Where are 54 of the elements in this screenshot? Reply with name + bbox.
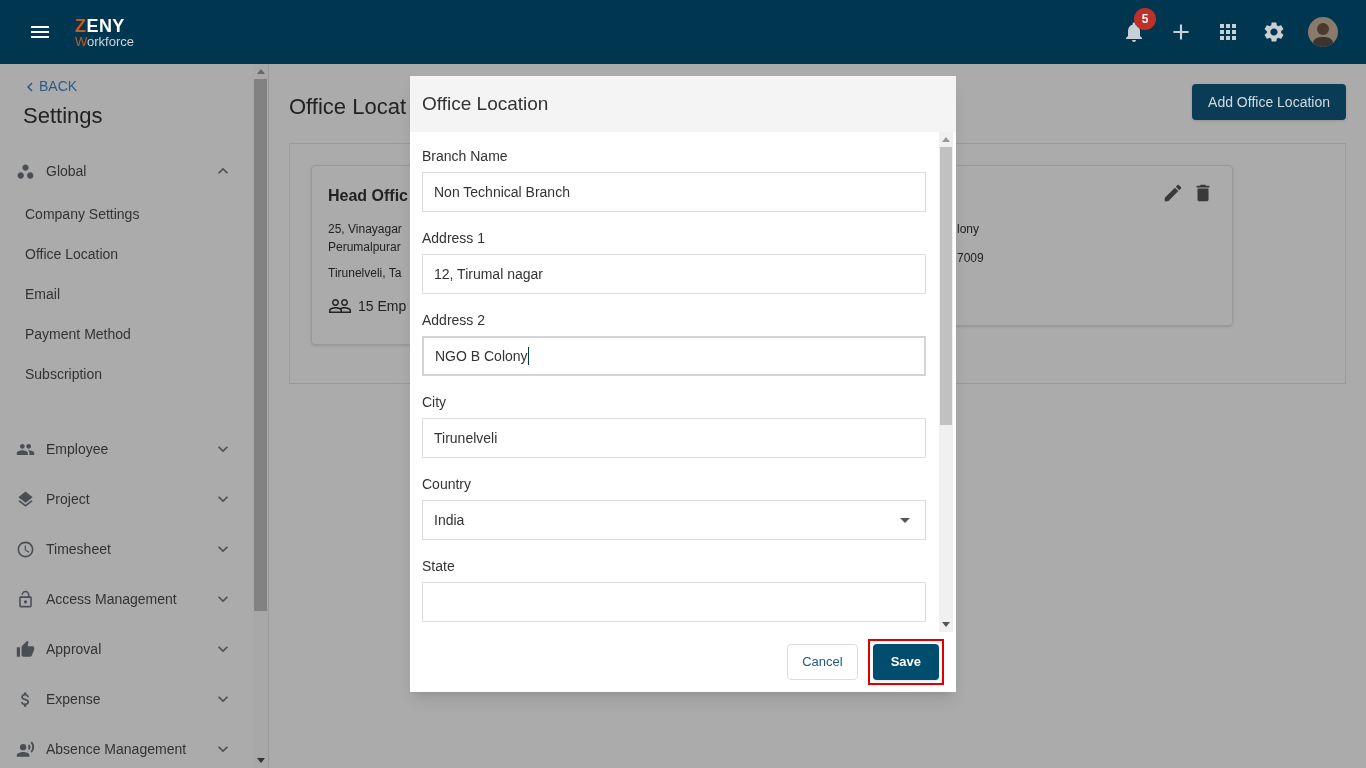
back-link[interactable]: BACK [21, 76, 78, 97]
logo: ZENY Workforce [75, 16, 134, 48]
field-label: Country [422, 475, 473, 494]
input-field[interactable]: NGO B Colony [422, 336, 926, 376]
input-field[interactable]: Tirunelveli [422, 418, 926, 458]
notification-button[interactable]: 5 [1122, 8, 1156, 44]
scrollbar-thumb[interactable] [254, 79, 267, 611]
card-text: lony [957, 221, 980, 238]
avatar[interactable] [1308, 17, 1338, 47]
field-label: Address 1 [422, 229, 487, 248]
sidebar-item[interactable]: Email [25, 274, 233, 314]
cancel-button[interactable]: Cancel [787, 644, 858, 680]
field-label: City [422, 393, 448, 412]
sidebar-group[interactable]: Absence Management [16, 732, 233, 766]
card-text: 25, Vinayagar [328, 221, 402, 238]
sidebar-group[interactable]: Project [16, 482, 233, 516]
caret-icon [900, 517, 910, 523]
sidebar-group[interactable]: Expense [16, 682, 233, 716]
card-text: 7009 [957, 250, 984, 267]
field-label: State [422, 557, 456, 576]
menu-item-icon [16, 739, 36, 759]
sidebar-item[interactable]: Company Settings [25, 194, 233, 234]
sidebar-group[interactable]: Access Management [16, 582, 233, 616]
menu-item-icon [16, 639, 36, 659]
input-field[interactable]: Non Technical Branch [422, 172, 926, 212]
notification-badge: 5 [1134, 8, 1156, 30]
sidebar-group[interactable]: Global [16, 154, 233, 188]
sidebar-group[interactable]: Approval [16, 632, 233, 666]
save-button[interactable]: Save [872, 644, 939, 680]
add-location-button[interactable]: Add Office Location [1192, 84, 1346, 120]
field-label: Address 2 [422, 311, 487, 330]
sidebar-group[interactable]: Timesheet [16, 532, 233, 566]
input-field[interactable] [422, 582, 926, 622]
edit-icon[interactable] [1162, 182, 1184, 204]
card-text: Tirunelveli, Ta [328, 265, 402, 282]
sidebar-group[interactable]: Employee [16, 432, 233, 466]
settings-icon[interactable] [1262, 20, 1286, 44]
scrollbar-thumb[interactable] [940, 147, 952, 425]
menu-item-icon [16, 161, 36, 181]
card-text: Perumalpurar [328, 239, 402, 256]
scroll-down-icon[interactable] [256, 758, 265, 763]
dialog-title: Office Location [422, 91, 549, 116]
menu-item-icon [16, 539, 36, 559]
page-title: Office Locat [289, 93, 406, 121]
field-label: Branch Name [422, 147, 509, 166]
country-select[interactable]: India [422, 500, 926, 540]
sidebar-item[interactable]: Office Location [25, 234, 233, 274]
sidebar-title: Settings [23, 102, 104, 130]
sidebar-item[interactable]: Payment Method [25, 314, 233, 354]
sidebar-item[interactable]: Subscription [25, 354, 233, 394]
scroll-down-icon[interactable] [942, 622, 950, 627]
input-field[interactable]: 12, Tirumal nagar [422, 254, 926, 294]
employee-count: 15 Emp [358, 296, 407, 316]
card-title: Head Offic [328, 186, 408, 206]
